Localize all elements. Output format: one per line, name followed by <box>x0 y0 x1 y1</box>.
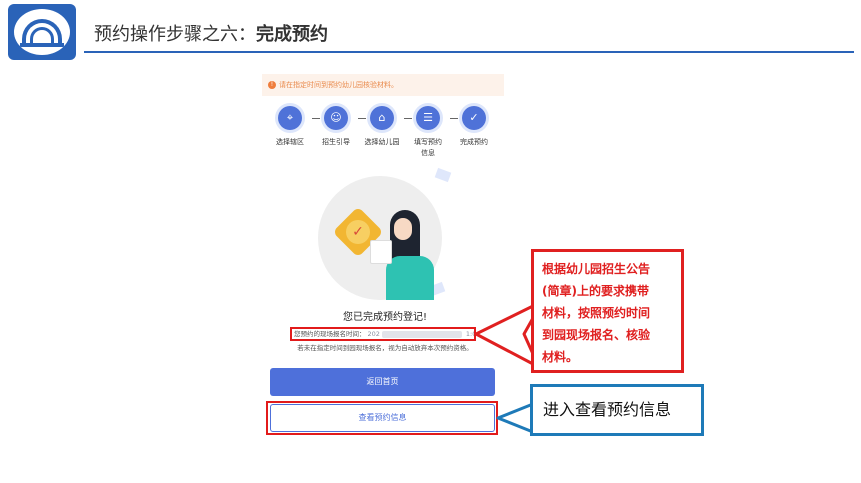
slide-title-bold: 完成预约 <box>256 24 328 45</box>
progress-steps: ⌖ 选择辖区 ☺ 招生引导 ⌂ 选择幼儿园 ☰ 填写预约信息 ✓ 完成预约 <box>262 106 508 162</box>
step-label: 选择辖区 <box>276 138 304 146</box>
success-illustration: ✓ <box>318 167 452 304</box>
step-label: 选择幼儿园 <box>364 138 400 146</box>
phone-icon <box>370 240 392 264</box>
callout-line: 根据幼儿园招生公告 <box>542 262 651 276</box>
person-illustration-icon <box>386 256 434 300</box>
logo-emblem-icon <box>14 9 70 55</box>
notice-bar: ! 请在指定时间到预约幼儿园核验材料。 <box>262 74 504 96</box>
callout-line: 材料，按照预约时间 <box>542 306 651 320</box>
check-icon: ✓ <box>462 106 486 130</box>
completion-message: 您已完成预约登记! <box>342 312 427 323</box>
paper-icon <box>434 167 452 183</box>
kindergarten-logo <box>8 4 76 60</box>
step-label: 填写预约信息 <box>414 138 442 157</box>
step-label: 招生引导 <box>322 138 350 146</box>
back-home-button[interactable]: 返回首页 <box>270 368 495 396</box>
step-label: 完成预约 <box>460 138 488 146</box>
callout-line: 到园现场报名、核验 <box>542 328 651 342</box>
materials-callout: 根据幼儿园招生公告 (简章)上的要求携带 材料，按照预约时间 到园现场报名、核验… <box>531 249 684 373</box>
school-icon: ⌂ <box>370 106 394 130</box>
app-screenshot: ! 请在指定时间到预约幼儿园核验材料。 ⌖ 选择辖区 ☺ 招生引导 ⌂ 选择幼儿园… <box>262 68 508 440</box>
step-complete: ✓ 完成预约 <box>452 106 496 148</box>
form-icon: ☰ <box>416 106 440 130</box>
notice-text: 请在指定时间到预约幼儿园核验材料。 <box>279 81 398 89</box>
step-fill-info: ☰ 填写预约信息 <box>406 106 450 159</box>
view-info-callout: 进入查看预约信息 <box>530 384 704 436</box>
check-badge-icon: ✓ <box>346 220 370 244</box>
person-icon: ☺ <box>324 106 348 130</box>
time-highlight-box <box>290 327 476 341</box>
step-select-district: ⌖ 选择辖区 <box>268 106 312 148</box>
callout-line: (简章)上的要求携带 <box>542 284 649 298</box>
title-divider <box>84 51 854 53</box>
step-enrollment-guide: ☺ 招生引导 <box>314 106 358 148</box>
step-select-kindergarten: ⌂ 选择幼儿园 <box>360 106 404 148</box>
callout-line: 材料。 <box>542 350 579 364</box>
slide-title-prefix: 预约操作步骤之六： <box>94 24 256 45</box>
location-icon: ⌖ <box>278 106 302 130</box>
slide-title: 预约操作步骤之六：完成预约 <box>94 20 328 46</box>
warning-text: 若未在指定时间到园现场报名，视为自动放弃本次预约资格。 <box>297 344 473 352</box>
alert-icon: ! <box>268 81 276 89</box>
view-button-highlight-box <box>266 401 498 435</box>
